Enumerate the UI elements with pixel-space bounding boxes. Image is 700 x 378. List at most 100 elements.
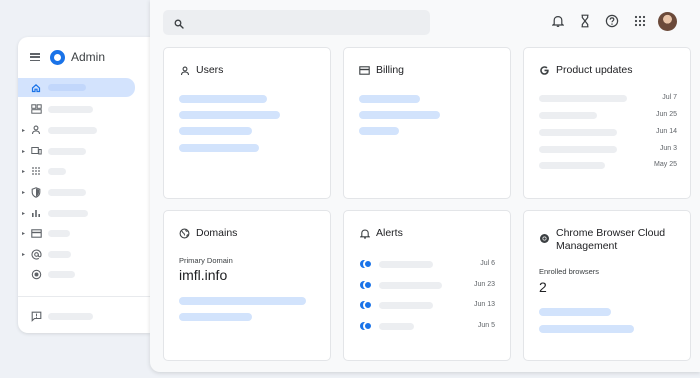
caret-right-icon: ▸: [22, 189, 26, 196]
users-card[interactable]: Users: [163, 47, 331, 199]
placeholder-bar: [539, 95, 627, 102]
placeholder-bar: [379, 282, 442, 289]
card-title: Users: [179, 64, 223, 77]
placeholder-bar: [179, 95, 267, 103]
sidebar-item-label: [48, 147, 86, 155]
sidebar-item-label: [48, 250, 71, 258]
sidebar-item-apps[interactable]: ▸: [18, 162, 150, 180]
card-title: Domains: [179, 227, 237, 240]
placeholder-bar: [539, 325, 634, 333]
sidebar-item-label: [48, 126, 97, 134]
sidebar-item-label: [48, 105, 93, 113]
help-icon[interactable]: [605, 14, 619, 30]
brand: Admin: [30, 49, 105, 65]
home-icon: [30, 82, 42, 94]
bell-icon: [359, 228, 370, 239]
billing-title: Billing: [376, 64, 405, 76]
alert-toggle[interactable]: [360, 259, 373, 269]
placeholder-bar: [179, 297, 306, 305]
menu-icon[interactable]: [30, 53, 40, 61]
sidebar-item-devices[interactable]: ▸: [18, 142, 150, 160]
product-updates-card[interactable]: Product updates Jul 7 Jun 25 Jun 14 Jun …: [523, 47, 691, 199]
update-date: Jun 25: [655, 111, 677, 118]
sidebar-item-label: [48, 270, 75, 278]
sidebar-item-billing[interactable]: ▸: [18, 224, 150, 242]
sidebar-item-label: [48, 312, 93, 320]
placeholder-bar: [379, 302, 433, 309]
caret-right-icon: ▸: [22, 251, 26, 258]
sidebar-item-home[interactable]: [18, 78, 135, 97]
chrome-icon: [539, 233, 550, 244]
credit-card-icon: [30, 227, 42, 239]
update-date: May 25: [654, 161, 677, 168]
placeholder-bar: [359, 127, 399, 135]
sidebar-item-feedback[interactable]: [18, 307, 150, 325]
sidebar-item-security[interactable]: ▸: [18, 183, 150, 201]
card-title: Alerts: [359, 227, 403, 240]
sidebar-item-label: [48, 229, 70, 237]
sidebar-item-rules[interactable]: [18, 265, 150, 283]
users-title: Users: [196, 64, 224, 76]
placeholder-bar: [379, 261, 433, 268]
app-title: Admin: [71, 50, 106, 64]
domains-title: Domains: [196, 227, 238, 239]
primary-domain-value[interactable]: imfl.info: [179, 267, 227, 283]
google-g-icon: [539, 65, 550, 76]
placeholder-bar: [179, 111, 280, 119]
sidebar-item-account[interactable]: ▸: [18, 245, 150, 263]
shield-icon: [30, 186, 42, 198]
chrome-browser-card[interactable]: Chrome Browser Cloud Management Enrolled…: [523, 210, 691, 361]
enrolled-browsers-label: Enrolled browsers: [539, 267, 600, 276]
primary-domain-label: Primary Domain: [179, 256, 233, 265]
placeholder-bar: [179, 144, 259, 152]
placeholder-bar: [359, 95, 420, 103]
alerts-card[interactable]: Alerts Jul 6 Jun 23 Jun 13 Jun 5: [343, 210, 511, 361]
alert-date: Jun 23: [473, 281, 495, 288]
placeholder-bar: [379, 323, 414, 330]
sidebar-item-label: [48, 188, 86, 196]
alert-date: Jul 6: [480, 260, 495, 267]
hourglass-icon[interactable]: [580, 14, 590, 30]
card-title: Chrome Browser Cloud Management: [539, 227, 674, 253]
alert-toggle[interactable]: [360, 321, 373, 331]
placeholder-bar: [539, 308, 611, 316]
alert-date: Jun 5: [477, 322, 495, 329]
apps-grid-icon: [30, 165, 42, 177]
sidebar: Admin ▸ ▸ ▸ ▸ ▸ ▸ ▸: [18, 37, 150, 333]
sidebar-item-reporting[interactable]: ▸: [18, 204, 150, 222]
bell-icon[interactable]: [551, 14, 565, 30]
caret-right-icon: ▸: [22, 148, 26, 155]
apps-launcher-icon[interactable]: [634, 14, 646, 30]
card-title: Product updates: [539, 64, 632, 77]
bar-chart-icon: [30, 207, 42, 219]
chrome-title: Chrome Browser Cloud Management: [556, 227, 666, 252]
billing-card[interactable]: Billing: [343, 47, 511, 199]
placeholder-bar: [359, 111, 440, 119]
placeholder-bar: [539, 112, 597, 119]
at-sign-icon: [30, 248, 42, 260]
person-icon: [179, 65, 190, 76]
placeholder-bar: [179, 313, 252, 321]
globe-icon: [179, 228, 190, 239]
target-icon: [30, 268, 42, 280]
devices-icon: [30, 145, 42, 157]
admin-logo-icon: [50, 49, 65, 65]
sidebar-item-users[interactable]: ▸: [18, 121, 150, 139]
caret-right-icon: ▸: [22, 210, 26, 217]
update-date: Jun 14: [655, 128, 677, 135]
alert-toggle[interactable]: [360, 280, 373, 290]
sidebar-item-dashboard[interactable]: [18, 100, 150, 118]
domains-card[interactable]: Domains Primary Domain imfl.info: [163, 210, 331, 361]
alert-toggle[interactable]: [360, 300, 373, 310]
placeholder-bar: [539, 129, 617, 136]
update-date: Jun 3: [659, 145, 677, 152]
search-input[interactable]: [163, 10, 430, 35]
sidebar-item-label: [48, 209, 88, 217]
avatar[interactable]: [658, 12, 677, 31]
dashboard-icon: [30, 103, 42, 115]
main-panel: Users Billing Product updates Jul 7 Jun …: [150, 0, 700, 372]
person-icon: [30, 124, 42, 136]
caret-right-icon: ▸: [22, 127, 26, 134]
search-icon: [174, 16, 184, 34]
enrolled-browsers-value: 2: [539, 279, 547, 295]
